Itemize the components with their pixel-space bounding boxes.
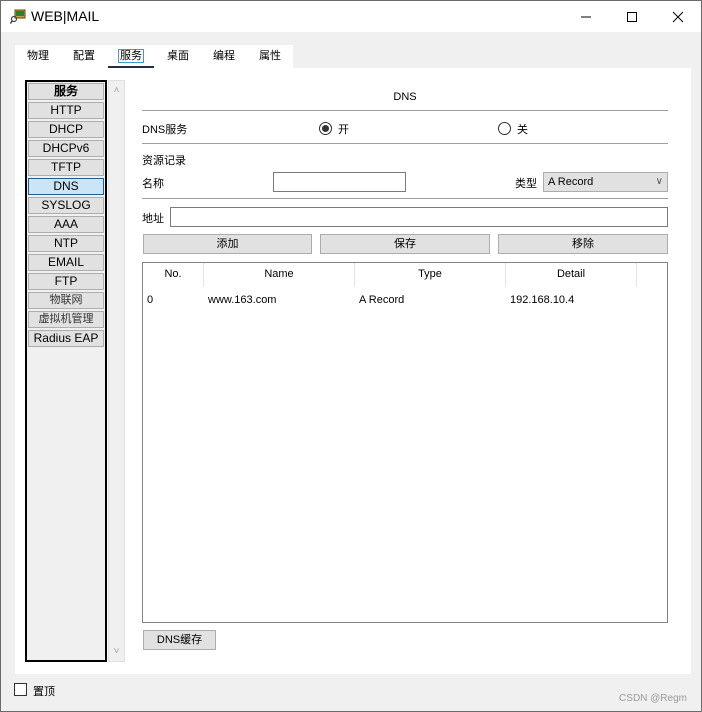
divider [142,143,668,144]
tab-bar: 物理 配置 服务 桌面 编程 属性 [15,45,293,69]
tab-attributes[interactable]: 属性 [247,45,293,68]
tab-label: 物理 [27,50,49,62]
sidebar-item-dhcpv6[interactable]: DHCPv6 [28,140,104,157]
name-input[interactable] [273,172,406,192]
dns-content: DNS DNS服务 开 关 资源记录 名称 类型 A Record ∨ 地址 添… [142,68,668,674]
tab-label: 编程 [213,50,235,62]
cell-no: 0 [147,294,154,306]
tab-physical[interactable]: 物理 [15,45,61,68]
add-button[interactable]: 添加 [143,234,312,254]
resource-records-heading: 资源记录 [142,155,186,167]
dns-on-radio[interactable] [319,122,332,135]
column-header-detail[interactable]: Detail [506,263,637,287]
tab-label: 桌面 [167,50,189,62]
dns-off-label: 关 [517,124,528,136]
title-bar: WEB|MAIL [1,1,701,32]
type-select[interactable]: A Record ∨ [543,172,668,192]
sidebar-item-ftp[interactable]: FTP [28,273,104,290]
dns-on-label: 开 [338,124,349,136]
close-button[interactable] [655,1,701,32]
save-button[interactable]: 保存 [320,234,490,254]
tab-config[interactable]: 配置 [61,45,107,68]
divider [142,110,668,111]
sidebar-item-dns[interactable]: DNS [28,178,104,195]
sidebar-item-tftp[interactable]: TFTP [28,159,104,176]
chevron-down-icon: ∨ [655,176,663,187]
type-select-value: A Record [548,176,594,188]
sidebar-item-email[interactable]: EMAIL [28,254,104,271]
always-on-top-label: 置顶 [33,686,55,698]
scroll-down-icon[interactable]: ˅ [109,644,124,659]
maximize-icon [627,11,637,22]
sidebar-scrollbar[interactable]: ˄ ˅ [108,80,125,662]
app-window: WEB|MAIL 物理 配置 服务 桌面 编程 属性 服务 HTTP DHCP … [0,0,702,712]
sidebar-header: 服务 [28,83,104,100]
sidebar-item-dhcp[interactable]: DHCP [28,121,104,138]
sidebar-item-radius-eap[interactable]: Radius EAP [28,330,104,347]
column-header-name[interactable]: Name [204,263,355,287]
dns-cache-button[interactable]: DNS缓存 [143,630,216,650]
name-label: 名称 [142,178,164,190]
divider [142,198,668,199]
table-row[interactable]: 0 www.163.com A Record 192.168.10.4 [143,289,667,311]
services-sidebar: 服务 HTTP DHCP DHCPv6 TFTP DNS SYSLOG AAA … [25,80,107,662]
tab-services[interactable]: 服务 [107,45,155,69]
table-header: No. Name Type Detail [143,263,667,287]
tab-label: 配置 [73,50,95,62]
column-header-type[interactable]: Type [355,263,506,287]
tab-label: 属性 [259,50,281,62]
packet-tracer-pc-icon [9,8,26,24]
tab-programming[interactable]: 编程 [201,45,247,68]
maximize-button[interactable] [609,1,655,32]
remove-button[interactable]: 移除 [498,234,668,254]
address-label: 地址 [142,213,164,225]
window-title: WEB|MAIL [31,8,100,24]
column-header-no[interactable]: No. [143,263,204,287]
type-label: 类型 [515,178,537,190]
tab-desktop[interactable]: 桌面 [155,45,201,68]
sidebar-item-ntp[interactable]: NTP [28,235,104,252]
sidebar-item-aaa[interactable]: AAA [28,216,104,233]
tab-label: 服务 [118,49,144,63]
cell-name: www.163.com [208,294,277,306]
address-input[interactable] [170,207,668,227]
services-panel: 服务 HTTP DHCP DHCPv6 TFTP DNS SYSLOG AAA … [15,68,691,674]
close-icon [672,11,684,22]
always-on-top-checkbox[interactable] [14,683,27,696]
dns-off-radio[interactable] [498,122,511,135]
section-title: DNS [393,91,417,103]
sidebar-item-http[interactable]: HTTP [28,102,104,119]
sidebar-item-iot[interactable]: 物联网 [28,292,104,309]
scroll-up-icon[interactable]: ˄ [109,83,124,98]
cell-detail: 192.168.10.4 [510,294,575,306]
sidebar-item-syslog[interactable]: SYSLOG [28,197,104,214]
minimize-icon [581,16,591,17]
watermark: CSDN @Regm [619,693,687,704]
dns-service-label: DNS服务 [142,124,188,136]
cell-type: A Record [359,294,405,306]
sidebar-item-vm-management[interactable]: 虚拟机管理 [28,311,104,328]
minimize-button[interactable] [563,1,609,32]
dns-records-table: No. Name Type Detail 0 www.163.com A Rec… [142,262,668,623]
